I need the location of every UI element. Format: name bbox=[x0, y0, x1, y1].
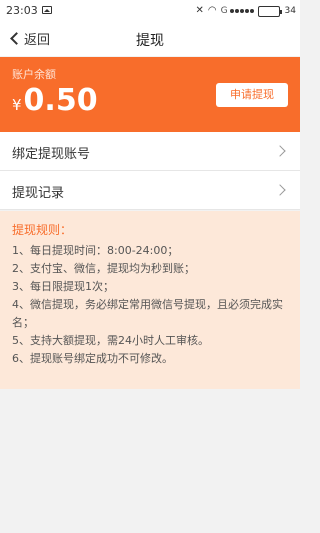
list-item-label: 提现记录 bbox=[12, 186, 65, 201]
balance-caption: 账户余额 bbox=[12, 68, 56, 81]
apply-withdraw-button[interactable]: 申请提现 bbox=[216, 83, 288, 107]
chevron-right-icon bbox=[274, 184, 286, 196]
rules-title: 提现规则： bbox=[12, 223, 73, 237]
bind-account-row[interactable]: 绑定提现账号 bbox=[0, 132, 300, 171]
battery-icon bbox=[257, 5, 282, 17]
page-title: 提现 bbox=[136, 33, 164, 49]
withdraw-records-row[interactable]: 提现记录 bbox=[0, 171, 300, 210]
balance-amount: ¥ 0.50 bbox=[12, 83, 98, 118]
currency-symbol: ¥ bbox=[12, 96, 22, 114]
list-item-label: 绑定提现账号 bbox=[12, 147, 91, 162]
navigation-bar: 返回 提现 bbox=[0, 22, 300, 56]
withdraw-rules: 提现规则： 1、每日提现时间：8:00-24:00； 2、支付宝、微信，提现均为… bbox=[0, 211, 300, 389]
rule-item: 6、提现账号绑定成功不可修改。 bbox=[12, 352, 173, 365]
rule-item: 1、每日提现时间：8:00-24:00； bbox=[12, 244, 179, 257]
rule-item: 3、每日限提现1次； bbox=[12, 280, 114, 293]
rule-item: 2、支付宝、微信，提现均为秒到账； bbox=[12, 262, 195, 275]
rules-list: 1、每日提现时间：8:00-24:00； 2、支付宝、微信，提现均为秒到账； 3… bbox=[12, 242, 288, 368]
rule-item: 4、微信提现，务必绑定常用微信号提现，且必须完成实名； bbox=[12, 298, 283, 329]
chevron-right-icon bbox=[274, 145, 286, 157]
signal-icon bbox=[229, 9, 254, 13]
image-notification-icon bbox=[42, 6, 52, 14]
status-time: 23:03 bbox=[6, 4, 38, 17]
balance-value: 0.50 bbox=[23, 83, 98, 118]
battery-level: 34 bbox=[284, 6, 296, 16]
mute-icon: ✕ bbox=[195, 5, 204, 16]
network-type-label: G bbox=[220, 6, 228, 16]
wifi-icon: ◠ bbox=[207, 5, 217, 16]
status-bar: 23:03 ✕ ◠ G 34 bbox=[0, 0, 300, 22]
balance-card: 账户余额 ¥ 0.50 申请提现 bbox=[0, 57, 300, 132]
rule-item: 5、支持大额提现，需24小时人工审核。 bbox=[12, 334, 209, 347]
status-icons: ✕ ◠ G 34 bbox=[195, 3, 296, 19]
settings-list: 绑定提现账号 提现记录 bbox=[0, 132, 300, 210]
